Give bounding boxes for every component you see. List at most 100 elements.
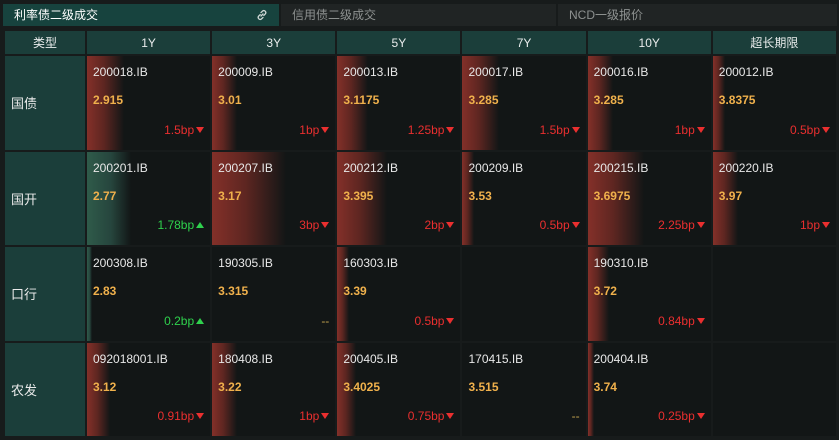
bond-code[interactable]: 180408.IB bbox=[218, 352, 273, 366]
arrow-down-icon bbox=[196, 413, 205, 419]
yield-change: 0.75bp bbox=[408, 409, 455, 423]
arrow-down-icon bbox=[196, 126, 205, 133]
arrow-down-icon bbox=[696, 317, 705, 324]
change-value: 1.25bp bbox=[407, 122, 445, 137]
bond-cell[interactable]: 200215.IB 3.6975 2.25bp bbox=[587, 151, 711, 245]
table-row: 口行 200308.IB 2.83 0.2bp 190305.IB 3.315 -- 1603… bbox=[5, 247, 836, 341]
change-value: -- bbox=[571, 409, 580, 423]
bond-code[interactable]: 200207.IB bbox=[218, 161, 273, 175]
bond-cell[interactable]: 200220.IB 3.97 1bp bbox=[712, 151, 836, 245]
bond-code[interactable]: 200013.IB bbox=[343, 65, 398, 79]
tab-credit-secondary[interactable]: 信用债二级成交 bbox=[281, 4, 556, 26]
bond-code[interactable]: 170415.IB bbox=[468, 352, 523, 366]
tab-label: 信用债二级成交 bbox=[292, 8, 377, 22]
header-row: 类型 1Y 3Y 5Y 7Y 10Y 超长期限 bbox=[5, 31, 836, 54]
bond-yield: 3.53 bbox=[468, 188, 492, 203]
bond-code[interactable]: 200201.IB bbox=[93, 161, 148, 175]
arrow-down-icon bbox=[696, 413, 705, 419]
change-value: -- bbox=[321, 313, 330, 328]
yield-change: 0.84bp bbox=[658, 314, 705, 328]
tab-bar: 利率债二级成交 信用债二级成交 NCD一级报价 bbox=[0, 0, 839, 29]
bond-cell[interactable]: 190305.IB 3.315 -- bbox=[212, 247, 336, 341]
bond-cell[interactable]: 200018.IB 2.915 1.5bp bbox=[87, 56, 211, 150]
change-value: 0.91bp bbox=[157, 409, 195, 423]
tab-ncd-quote[interactable]: NCD一级报价 bbox=[558, 4, 837, 26]
bond-code[interactable]: 200209.IB bbox=[468, 161, 523, 175]
bond-yield: 2.83 bbox=[93, 284, 117, 298]
bond-cell[interactable]: 200405.IB 3.4025 0.75bp bbox=[337, 342, 461, 436]
bond-cell[interactable]: 200013.IB 3.1175 1.25bp bbox=[337, 56, 461, 150]
bond-code[interactable]: 200220.IB bbox=[719, 161, 774, 175]
bond-code[interactable]: 200212.IB bbox=[343, 161, 398, 175]
bond-cell[interactable]: 200016.IB 3.285 1bp bbox=[587, 56, 711, 150]
arrow-down-icon bbox=[446, 317, 455, 324]
bond-cell[interactable]: 092018001.IB 3.12 0.91bp bbox=[87, 342, 211, 436]
yield-change: 0.91bp bbox=[157, 409, 205, 423]
row-type-label: 国债 bbox=[5, 56, 85, 150]
header-5y[interactable]: 5Y bbox=[337, 31, 461, 54]
bond-code[interactable]: 200405.IB bbox=[343, 352, 398, 366]
header-7y[interactable]: 7Y bbox=[462, 31, 586, 54]
bond-code[interactable]: 200012.IB bbox=[719, 65, 774, 79]
bond-cell[interactable]: 160303.IB 3.39 0.5bp bbox=[337, 247, 461, 341]
bond-cell[interactable]: 200201.IB 2.77 1.78bp bbox=[87, 151, 211, 245]
bond-cell[interactable]: 200404.IB 3.74 0.25bp bbox=[587, 342, 711, 436]
bond-code[interactable]: 200009.IB bbox=[218, 65, 273, 79]
bond-yield: 3.97 bbox=[718, 188, 743, 203]
bond-yield: 3.17 bbox=[218, 188, 242, 203]
bond-cell[interactable]: 200017.IB 3.285 1.5bp bbox=[462, 56, 586, 150]
header-3y[interactable]: 3Y bbox=[212, 31, 336, 54]
arrow-down-icon bbox=[321, 126, 330, 133]
table-row: 国开 200201.IB 2.77 1.78bp 200207.IB 3.17 3bp 200… bbox=[5, 151, 836, 245]
bond-code[interactable]: 200404.IB bbox=[594, 352, 649, 366]
bond-yield: 2.915 bbox=[93, 93, 124, 107]
bond-cell[interactable]: 190310.IB 3.72 0.84bp bbox=[587, 247, 711, 341]
row-type-label: 国开 bbox=[5, 151, 85, 245]
bond-cell[interactable]: 200212.IB 3.395 2bp bbox=[337, 151, 461, 245]
bond-yield: 3.72 bbox=[593, 284, 617, 298]
arrow-down-icon bbox=[696, 222, 705, 228]
bond-code[interactable]: 200215.IB bbox=[594, 161, 649, 175]
bond-cell[interactable]: 200009.IB 3.01 1bp bbox=[212, 56, 336, 150]
bond-yield: 3.315 bbox=[218, 284, 249, 298]
header-10y[interactable]: 10Y bbox=[587, 31, 711, 54]
change-value: 1.5bp bbox=[164, 122, 195, 137]
yield-change: 0.5bp bbox=[540, 218, 580, 232]
bond-cell[interactable]: 180408.IB 3.22 1bp bbox=[212, 342, 336, 436]
table-row: 国债 200018.IB 2.915 1.5bp 200009.IB 3.01 1bp 200… bbox=[5, 56, 836, 150]
arrow-down-icon bbox=[446, 222, 455, 228]
yield-change: 1.5bp bbox=[540, 123, 580, 137]
bond-yield: 3.1175 bbox=[343, 93, 380, 107]
header-ultra-long[interactable]: 超长期限 bbox=[712, 31, 836, 54]
change-value: 0.5bp bbox=[539, 218, 570, 232]
change-value: 1.78bp bbox=[157, 218, 195, 232]
bond-code[interactable]: 200018.IB bbox=[93, 65, 148, 79]
yield-change: 0.25bp bbox=[658, 409, 705, 423]
bond-yield: 3.4025 bbox=[343, 379, 381, 394]
change-bar bbox=[87, 247, 92, 341]
change-value: 3bp bbox=[299, 218, 320, 232]
bond-yield: 3.515 bbox=[468, 379, 499, 394]
bond-code[interactable]: 190305.IB bbox=[218, 256, 273, 270]
bond-code[interactable]: 200017.IB bbox=[468, 65, 523, 79]
change-value: 2.25bp bbox=[658, 218, 695, 232]
tab-rates-secondary[interactable]: 利率债二级成交 bbox=[3, 4, 279, 26]
bond-yield: 3.39 bbox=[343, 284, 367, 298]
bond-cell[interactable]: 200209.IB 3.53 0.5bp bbox=[462, 151, 586, 245]
bond-cell[interactable]: 200012.IB 3.8375 0.5bp bbox=[712, 56, 836, 150]
bond-yield: 3.01 bbox=[218, 93, 242, 107]
change-value: 0.2bp bbox=[164, 313, 195, 328]
bond-cell[interactable]: 200207.IB 3.17 3bp bbox=[212, 151, 336, 245]
bond-code[interactable]: 200308.IB bbox=[93, 256, 148, 270]
link-icon[interactable] bbox=[255, 8, 269, 22]
bond-code[interactable]: 190310.IB bbox=[594, 256, 649, 270]
bond-yield: 3.8375 bbox=[718, 93, 756, 107]
bond-cell[interactable]: 200308.IB 2.83 0.2bp bbox=[87, 247, 211, 341]
bond-code[interactable]: 160303.IB bbox=[343, 256, 398, 270]
bond-cell[interactable]: 170415.IB 3.515 -- bbox=[462, 342, 586, 436]
yield-change: 1bp bbox=[299, 123, 330, 137]
change-value: 1bp bbox=[799, 218, 820, 232]
bond-code[interactable]: 092018001.IB bbox=[93, 352, 168, 366]
bond-code[interactable]: 200016.IB bbox=[594, 65, 649, 79]
header-1y[interactable]: 1Y bbox=[87, 31, 211, 54]
